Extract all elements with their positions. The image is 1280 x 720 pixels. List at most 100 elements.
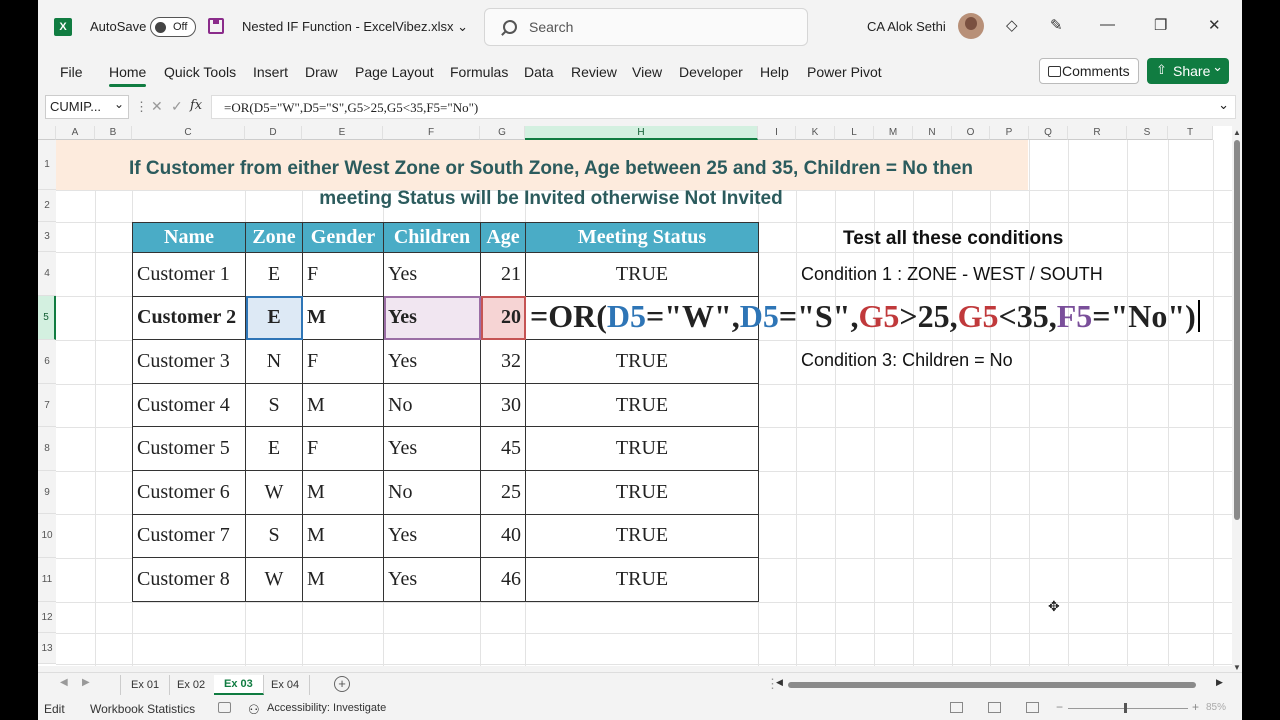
cell-name[interactable]: Customer 1 — [132, 252, 246, 297]
column-header-p[interactable]: P — [990, 126, 1029, 140]
cell-zone[interactable]: E — [245, 426, 303, 471]
column-header-k[interactable]: K — [796, 126, 835, 140]
row-header-10[interactable]: 10 — [38, 514, 56, 558]
zoom-slider[interactable] — [1068, 708, 1188, 709]
cell-zone[interactable]: W — [245, 557, 303, 602]
cell-age[interactable]: 30 — [480, 382, 526, 428]
sheet-tab-ex02[interactable]: Ex 02 — [167, 675, 217, 695]
cell-children[interactable]: Yes — [383, 426, 481, 471]
cell-name[interactable]: Customer 8 — [132, 557, 246, 602]
accessibility-status[interactable]: Accessibility: Investigate — [267, 702, 386, 714]
cell-age[interactable]: 46 — [480, 557, 526, 602]
column-header-n[interactable]: N — [913, 126, 952, 140]
user-name[interactable]: CA Alok Sethi — [867, 19, 946, 34]
cell-gender[interactable]: M — [302, 513, 384, 559]
page-break-view-icon[interactable] — [1026, 702, 1039, 713]
sheet-tab-ex04[interactable]: Ex 04 — [261, 675, 311, 695]
column-header-s[interactable]: S — [1127, 126, 1168, 140]
row-header-4[interactable]: 4 — [38, 252, 56, 296]
sheet-tab-ex03[interactable]: Ex 03 — [214, 675, 264, 695]
tab-insert[interactable]: Insert — [253, 64, 288, 80]
cell-children[interactable]: Yes — [383, 252, 481, 297]
sheet-prev-icon[interactable]: ◀ — [60, 677, 68, 688]
restore-icon[interactable]: ❐ — [1154, 16, 1167, 34]
cell-meeting-status[interactable]: TRUE — [525, 252, 759, 297]
column-header-i[interactable]: I — [758, 126, 796, 140]
share-button[interactable]: Share — [1147, 58, 1229, 84]
row-header-11[interactable]: 11 — [38, 558, 56, 602]
add-sheet-button[interactable]: + — [334, 676, 350, 692]
horizontal-scrollbar[interactable] — [788, 681, 1196, 689]
normal-view-icon[interactable] — [950, 702, 963, 713]
tab-review[interactable]: Review — [571, 64, 617, 80]
cell-children[interactable]: No — [383, 382, 481, 428]
row-header-13[interactable]: 13 — [38, 633, 56, 664]
column-header-e[interactable]: E — [302, 126, 383, 140]
tab-developer[interactable]: Developer — [679, 64, 743, 80]
column-header-o[interactable]: O — [952, 126, 990, 140]
worksheet-grid[interactable]: ABCDEFGHIKLMNOPQRST 1 2 3 4 5 6 7 8 9 10 11 12 13 If… — [38, 126, 1232, 666]
cell-children[interactable]: Yes — [383, 557, 481, 602]
scroll-right-icon[interactable]: ▶ — [1216, 677, 1223, 688]
close-icon[interactable]: ✕ — [1208, 16, 1221, 34]
column-header-q[interactable]: Q — [1029, 126, 1068, 140]
column-header-b[interactable]: B — [95, 126, 132, 140]
tab-page-layout[interactable]: Page Layout — [355, 64, 434, 80]
row-header-3[interactable]: 3 — [38, 222, 56, 252]
column-header-l[interactable]: L — [835, 126, 874, 140]
cell-zone-referenced[interactable]: E — [245, 295, 303, 341]
tab-quick-tools[interactable]: Quick Tools — [164, 64, 236, 80]
cell-name[interactable]: Customer 6 — [132, 469, 246, 515]
tab-help[interactable]: Help — [760, 64, 789, 80]
enter-icon[interactable]: ✓ — [171, 98, 183, 115]
cell-meeting-status[interactable]: TRUE — [525, 557, 759, 602]
row-header-12[interactable]: 12 — [38, 602, 56, 633]
row-header-8[interactable]: 8 — [38, 427, 56, 471]
column-header-a[interactable]: A — [56, 126, 95, 140]
scroll-down-icon[interactable]: ▼ — [1233, 663, 1241, 672]
sheet-next-icon[interactable]: ▶ — [82, 677, 90, 688]
cell-gender[interactable]: F — [302, 426, 384, 471]
vertical-scroll-thumb[interactable] — [1234, 140, 1240, 520]
cell-age[interactable]: 25 — [480, 469, 526, 515]
tab-view[interactable]: View — [632, 64, 662, 80]
zoom-out-icon[interactable]: − — [1056, 700, 1063, 714]
vertical-scrollbar[interactable]: ▲ ▼ — [1232, 126, 1242, 674]
header-children[interactable]: Children — [383, 222, 481, 253]
cell-zone[interactable]: W — [245, 469, 303, 515]
horizontal-scroll-thumb[interactable] — [788, 682, 1196, 688]
cell-children[interactable]: No — [383, 469, 481, 515]
cell-zone[interactable]: S — [245, 382, 303, 428]
cell-zone[interactable]: N — [245, 339, 303, 384]
tab-formulas[interactable]: Formulas — [450, 64, 508, 80]
document-title[interactable]: Nested IF Function - ExcelVibez.xlsx ⌄ — [242, 19, 468, 35]
header-gender[interactable]: Gender — [302, 222, 384, 253]
tab-draw[interactable]: Draw — [305, 64, 338, 80]
minimize-icon[interactable]: — — [1100, 16, 1115, 33]
cell-gender[interactable]: F — [302, 252, 384, 297]
header-zone[interactable]: Zone — [245, 222, 303, 253]
insert-function-icon[interactable]: fx — [190, 98, 202, 113]
column-header-d[interactable]: D — [245, 126, 302, 140]
cell-name[interactable]: Customer 7 — [132, 513, 246, 559]
column-header-h[interactable]: H — [525, 126, 758, 140]
cell-children-referenced[interactable]: Yes — [383, 295, 481, 341]
diamond-icon[interactable]: ◇ — [1006, 16, 1018, 34]
formula-input[interactable]: =OR(D5="W",D5="S",G5>25,G5<35,F5="No") — [211, 95, 1236, 119]
select-all-corner[interactable] — [38, 126, 56, 140]
cell-meeting-status[interactable]: TRUE — [525, 339, 759, 384]
zoom-slider-thumb[interactable] — [1124, 703, 1127, 713]
cell-zone[interactable]: S — [245, 513, 303, 559]
avatar[interactable] — [958, 13, 984, 39]
row-header-6[interactable]: 6 — [38, 340, 56, 384]
cell-children[interactable]: Yes — [383, 339, 481, 384]
cell-age[interactable]: 40 — [480, 513, 526, 559]
column-header-m[interactable]: M — [874, 126, 913, 140]
cell-age[interactable]: 45 — [480, 426, 526, 471]
comments-button[interactable]: Comments — [1039, 58, 1139, 84]
name-box[interactable]: CUMIP... — [45, 95, 129, 119]
row-header-2[interactable]: 2 — [38, 190, 56, 222]
tab-power-pivot[interactable]: Power Pivot — [807, 64, 882, 80]
zoom-in-icon[interactable]: + — [1192, 700, 1199, 714]
header-meeting-status[interactable]: Meeting Status — [525, 222, 759, 253]
